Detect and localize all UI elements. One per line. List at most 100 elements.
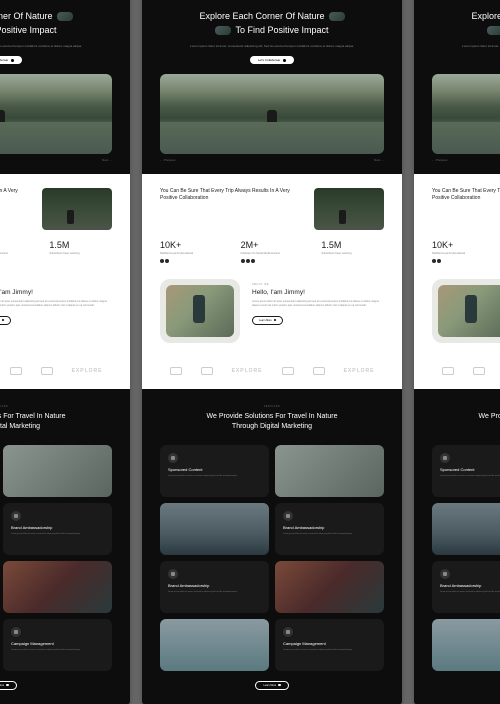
service-card[interactable]: Sponsored Content Lorem ipsum dolor sit … <box>160 445 269 497</box>
prev-button[interactable]: ← Previous <box>432 158 448 162</box>
services-eyebrow: SERVICES <box>0 405 112 408</box>
service-icon <box>283 511 293 521</box>
avatar-icon <box>432 259 436 263</box>
hero-carousel-nav: ← Previous Next → <box>160 158 384 162</box>
trust-section: You Can Be Sure That Every Trip Always R… <box>142 174 402 276</box>
stat-number: 2M+ <box>241 240 304 250</box>
trust-section: You Can Be Sure That Every Trip Always R… <box>0 174 130 276</box>
about-body: Lorem ipsum dolor sit amet consectetur a… <box>0 300 112 308</box>
service-icon <box>440 453 450 463</box>
stat-number: 1.5M <box>321 240 384 250</box>
hero-image <box>432 74 500 154</box>
service-card[interactable]: Campaign Management Lorem ipsum dolor si… <box>275 619 384 671</box>
service-icon <box>168 569 178 579</box>
stat-label: Satisfied Loyal & International <box>160 252 223 255</box>
about-cta-button[interactable]: Learn More <box>252 316 283 325</box>
service-title: Brand Ambassadorship <box>168 583 261 588</box>
partner-icon <box>282 367 294 375</box>
partner-icon <box>10 367 22 375</box>
stat-label: Subscribers Keep Learning <box>321 252 384 255</box>
hero-cta-button[interactable]: Let's Collaborate <box>250 56 294 64</box>
about-cta-button[interactable]: Learn More <box>0 316 11 325</box>
partner-icon <box>41 367 53 375</box>
hero-section: Jimmy's World Home About Me Services Blo… <box>414 0 500 174</box>
arrow-icon <box>278 684 281 687</box>
hero-section: Jimmy's World Home About Me Services Blo… <box>142 0 402 174</box>
services-title: We Provide Solutions For Travel In Natur… <box>160 412 384 433</box>
service-body: Lorem ipsum dolor sit amet consectetur a… <box>440 475 500 478</box>
partners-row: EXPLORE EXPLORE <box>414 361 500 389</box>
service-title: Brand Ambassadorship <box>440 583 500 588</box>
services-eyebrow: SERVICES <box>432 405 500 408</box>
services-grid: Sponsored Content Lorem ipsum dolor sit … <box>0 445 112 671</box>
service-card[interactable]: Sponsored Content Lorem ipsum dolor sit … <box>432 445 500 497</box>
stats-row: 10K+ Satisfied Loyal & International 2M+… <box>0 240 112 262</box>
avatar-icon <box>160 259 164 263</box>
service-icon <box>440 569 450 579</box>
next-button[interactable]: Next → <box>102 158 112 162</box>
service-image <box>432 619 500 671</box>
about-section: ABOUT ME Hello, I'am Jimmy! Lorem ipsum … <box>414 275 500 361</box>
next-button[interactable]: Next → <box>374 158 384 162</box>
stat-item: 1.5M Subscribers Keep Learning <box>321 240 384 262</box>
partner-logo <box>473 367 485 375</box>
arrow-icon <box>274 319 277 322</box>
service-body: Lorem ipsum dolor sit amet consectetur a… <box>11 649 104 652</box>
about-eyebrow: ABOUT ME <box>0 283 112 286</box>
service-image <box>3 561 112 613</box>
about-section: ABOUT ME Hello, I'am Jimmy! Lorem ipsum … <box>142 275 402 361</box>
partner-explore: EXPLORE <box>72 368 103 374</box>
service-card[interactable]: Brand Ambassadorship Lorem ipsum dolor s… <box>160 561 269 613</box>
service-body: Lorem ipsum dolor sit amet consectetur a… <box>168 591 261 594</box>
services-cta-button[interactable]: Learn More <box>255 681 288 690</box>
hero-subtitle: Lorem ipsum dolor sit amet, consectetur … <box>160 44 384 49</box>
trust-section: You Can Be Sure That Every Trip Always R… <box>414 174 500 276</box>
stat-item: 10K+ Satisfied Loyal & International <box>160 240 223 262</box>
service-title: Sponsored Content <box>440 467 500 472</box>
stat-item: 1.5M Subscribers Keep Learning <box>49 240 112 262</box>
trust-title: You Can Be Sure That Every Trip Always R… <box>432 188 500 202</box>
partner-icon <box>201 367 213 375</box>
service-body: Lorem ipsum dolor sit amet consectetur a… <box>283 533 376 536</box>
hero-carousel-nav: ← Previous Next → <box>432 158 500 162</box>
service-icon <box>283 627 293 637</box>
service-body: Lorem ipsum dolor sit amet consectetur a… <box>168 475 261 478</box>
prev-button[interactable]: ← Previous <box>160 158 176 162</box>
hero-image <box>0 74 112 154</box>
hero-cta-button[interactable]: Let's Collaborate <box>0 56 22 64</box>
service-card[interactable]: Brand Ambassadorship Lorem ipsum dolor s… <box>432 561 500 613</box>
avatar-icon <box>251 259 255 263</box>
avatar-icon <box>165 259 169 263</box>
stat-label: Subscribers Keep Learning <box>49 252 112 255</box>
avatar-icon <box>437 259 441 263</box>
partner-logo <box>313 367 325 375</box>
partner-icon <box>473 367 485 375</box>
about-title: Hello, I'am Jimmy! <box>252 289 384 296</box>
stat-number: 10K+ <box>432 240 495 250</box>
trust-title: You Can Be Sure That Every Trip Always R… <box>0 188 32 202</box>
trust-title: You Can Be Sure That Every Trip Always R… <box>160 188 304 202</box>
service-card[interactable]: Campaign Management Lorem ipsum dolor si… <box>3 619 112 671</box>
partner-logo <box>442 367 454 375</box>
service-title: Sponsored Content <box>168 467 261 472</box>
avatar-icon <box>246 259 250 263</box>
title-thumb-icon <box>329 12 345 21</box>
stat-number: 2M+ <box>0 240 31 250</box>
stats-row: 10K+ Satisfied Loyal & International 2M+… <box>432 240 500 262</box>
title-thumb-icon <box>215 26 231 35</box>
services-section: SERVICES We Provide Solutions For Travel… <box>0 389 130 704</box>
mockup-left: Jimmy's World Home About Me Services Blo… <box>0 0 130 704</box>
service-card[interactable]: Brand Ambassadorship Lorem ipsum dolor s… <box>275 503 384 555</box>
services-section: SERVICES We Provide Solutions For Travel… <box>414 389 500 704</box>
title-thumb-icon <box>487 26 500 35</box>
stat-item: 2M+ Followers On Social Media Account <box>0 240 31 262</box>
arrow-icon <box>11 59 14 62</box>
service-card[interactable]: Brand Ambassadorship Lorem ipsum dolor s… <box>3 503 112 555</box>
stat-label: Satisfied Loyal & International <box>432 252 495 255</box>
service-icon <box>11 627 21 637</box>
hero-carousel-nav: ← Previous Next → <box>0 158 112 162</box>
partner-icon <box>442 367 454 375</box>
partner-explore: EXPLORE <box>344 368 375 374</box>
service-image <box>432 503 500 555</box>
services-cta-button[interactable]: Learn More <box>0 681 17 690</box>
